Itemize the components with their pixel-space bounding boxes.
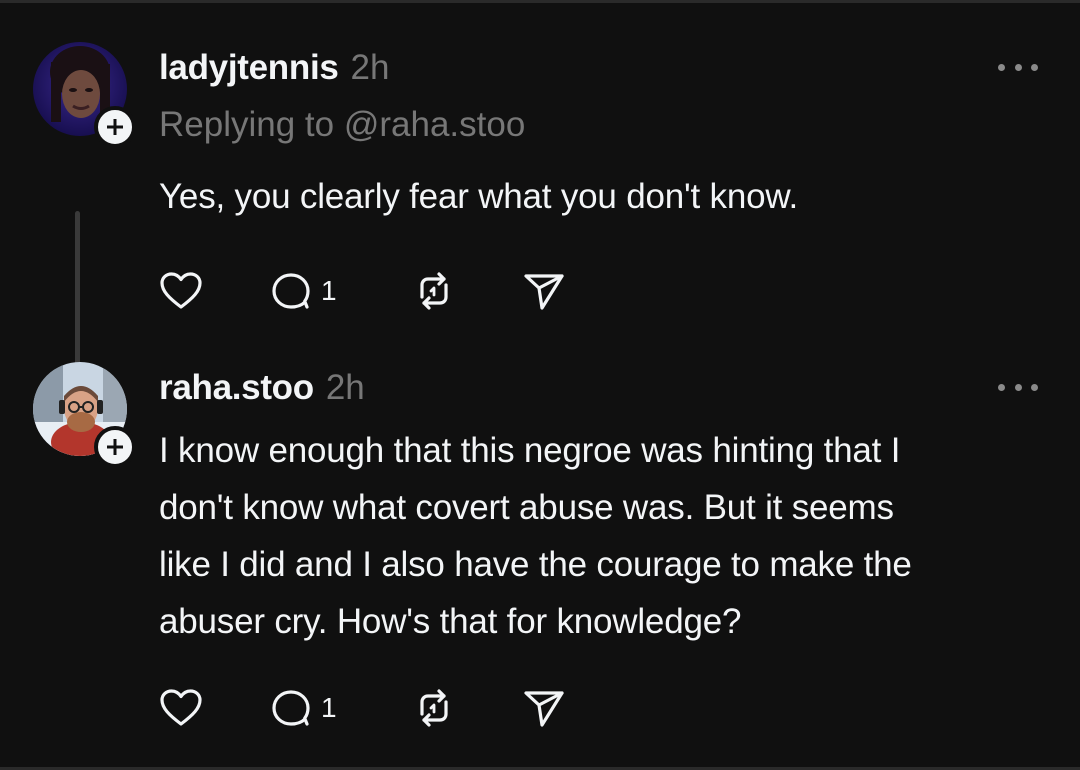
follow-button[interactable] xyxy=(94,106,136,148)
post-text-line: don't know what covert abuse was. But it… xyxy=(159,488,894,527)
thread-connector-line xyxy=(75,211,80,378)
more-options-button[interactable] xyxy=(998,377,1038,397)
replying-to[interactable]: Replying to @raha.stoo xyxy=(159,102,1019,148)
post-actions: 1 xyxy=(159,269,582,313)
post-text: I know enough that this negroe was hinti… xyxy=(159,422,1019,650)
reply-count: 1 xyxy=(321,275,337,306)
post-text-line: I know enough that this negroe was hinti… xyxy=(159,431,901,470)
like-button[interactable] xyxy=(159,271,269,311)
heart-icon xyxy=(160,272,202,309)
post-header: raha.stoo 2h xyxy=(159,360,1019,416)
more-horizontal-icon-dot xyxy=(1031,63,1038,71)
heart-icon xyxy=(160,689,202,726)
repost-button[interactable] xyxy=(412,271,522,311)
username[interactable]: ladyjtennis xyxy=(159,40,339,96)
reply-count: 1 xyxy=(321,692,337,723)
plus-icon xyxy=(107,439,123,455)
comment-icon xyxy=(272,690,310,726)
post-text: Yes, you clearly fear what you don't kno… xyxy=(159,177,799,216)
share-button[interactable] xyxy=(522,271,582,311)
avatar-raha-stoo[interactable] xyxy=(33,362,136,468)
timestamp: 2h xyxy=(350,48,390,87)
send-icon xyxy=(524,691,564,727)
follow-button[interactable] xyxy=(94,426,136,468)
like-button[interactable] xyxy=(159,688,269,728)
reply-button[interactable]: 1 xyxy=(269,271,412,311)
reply-button[interactable]: 1 xyxy=(269,688,412,728)
share-button[interactable] xyxy=(522,688,582,728)
more-horizontal-icon-dot xyxy=(1014,383,1022,391)
post-header: ladyjtennis 2h xyxy=(159,40,1019,96)
post-text-line: like I did and I also have the courage t… xyxy=(159,545,912,584)
post-text-line: abuser cry. How's that for knowledge? xyxy=(159,602,742,641)
top-divider xyxy=(0,0,1080,3)
more-options-button[interactable] xyxy=(998,57,1038,77)
timestamp: 2h xyxy=(325,368,365,407)
repost-icon xyxy=(420,689,448,727)
post-content: ladyjtennis 2h Replying to @raha.stoo Ye… xyxy=(159,40,1019,225)
comment-icon xyxy=(272,273,310,309)
more-horizontal-icon-dot xyxy=(1031,383,1038,391)
avatar-ladyjtennis[interactable] xyxy=(33,42,136,148)
post-content: raha.stoo 2h I know enough that this neg… xyxy=(159,360,1019,650)
more-horizontal-icon xyxy=(998,383,1005,391)
plus-icon xyxy=(107,119,123,135)
more-horizontal-icon-dot xyxy=(1014,63,1022,71)
repost-icon xyxy=(420,272,448,310)
repost-button[interactable] xyxy=(412,688,522,728)
more-horizontal-icon xyxy=(998,63,1005,71)
post-actions: 1 xyxy=(159,686,582,730)
username[interactable]: raha.stoo xyxy=(159,360,314,416)
send-icon xyxy=(524,274,564,310)
